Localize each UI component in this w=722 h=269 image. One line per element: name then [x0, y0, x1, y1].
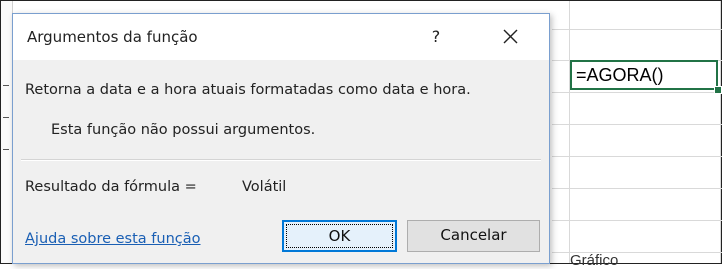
cancel-button-label: Cancelar — [440, 226, 507, 244]
no-arguments-message: Esta função não possui argumentos. — [51, 122, 316, 138]
fill-handle[interactable] — [714, 86, 722, 94]
function-description: Retorna a data e a hora atuais formatada… — [25, 82, 471, 98]
cancel-button[interactable]: Cancelar — [407, 220, 540, 252]
column-gridline — [569, 1, 570, 263]
row-gridline — [552, 156, 722, 157]
function-arguments-dialog: Argumentos da função ? Retorna a data e … — [12, 13, 550, 264]
focus-ring — [286, 224, 393, 248]
column-gridline — [720, 1, 721, 263]
ok-button[interactable]: OK — [282, 220, 397, 252]
gutter-tick — [3, 149, 9, 150]
function-help-link[interactable]: Ajuda sobre esta função — [25, 230, 201, 248]
formula-result-label: Resultado da fórmula = — [25, 179, 197, 195]
row-gridline — [552, 29, 722, 30]
gutter-tick — [3, 85, 9, 86]
formula-result-value: Volátil — [242, 179, 287, 195]
help-button[interactable]: ? — [421, 22, 451, 52]
active-cell-formula[interactable]: =AGORA() — [570, 60, 718, 90]
row-gridline — [552, 188, 722, 189]
row-gridline — [552, 92, 722, 93]
divider — [21, 159, 541, 161]
dialog-title: Argumentos da função — [27, 28, 198, 46]
gutter-tick — [3, 117, 9, 118]
row-gridline — [552, 124, 722, 125]
close-button[interactable] — [495, 22, 525, 52]
partial-cell-text: Gráfico — [570, 252, 619, 269]
dialog-title-bar[interactable]: Argumentos da função ? — [13, 14, 549, 60]
row-gridline — [552, 220, 722, 221]
close-icon — [503, 29, 517, 44]
